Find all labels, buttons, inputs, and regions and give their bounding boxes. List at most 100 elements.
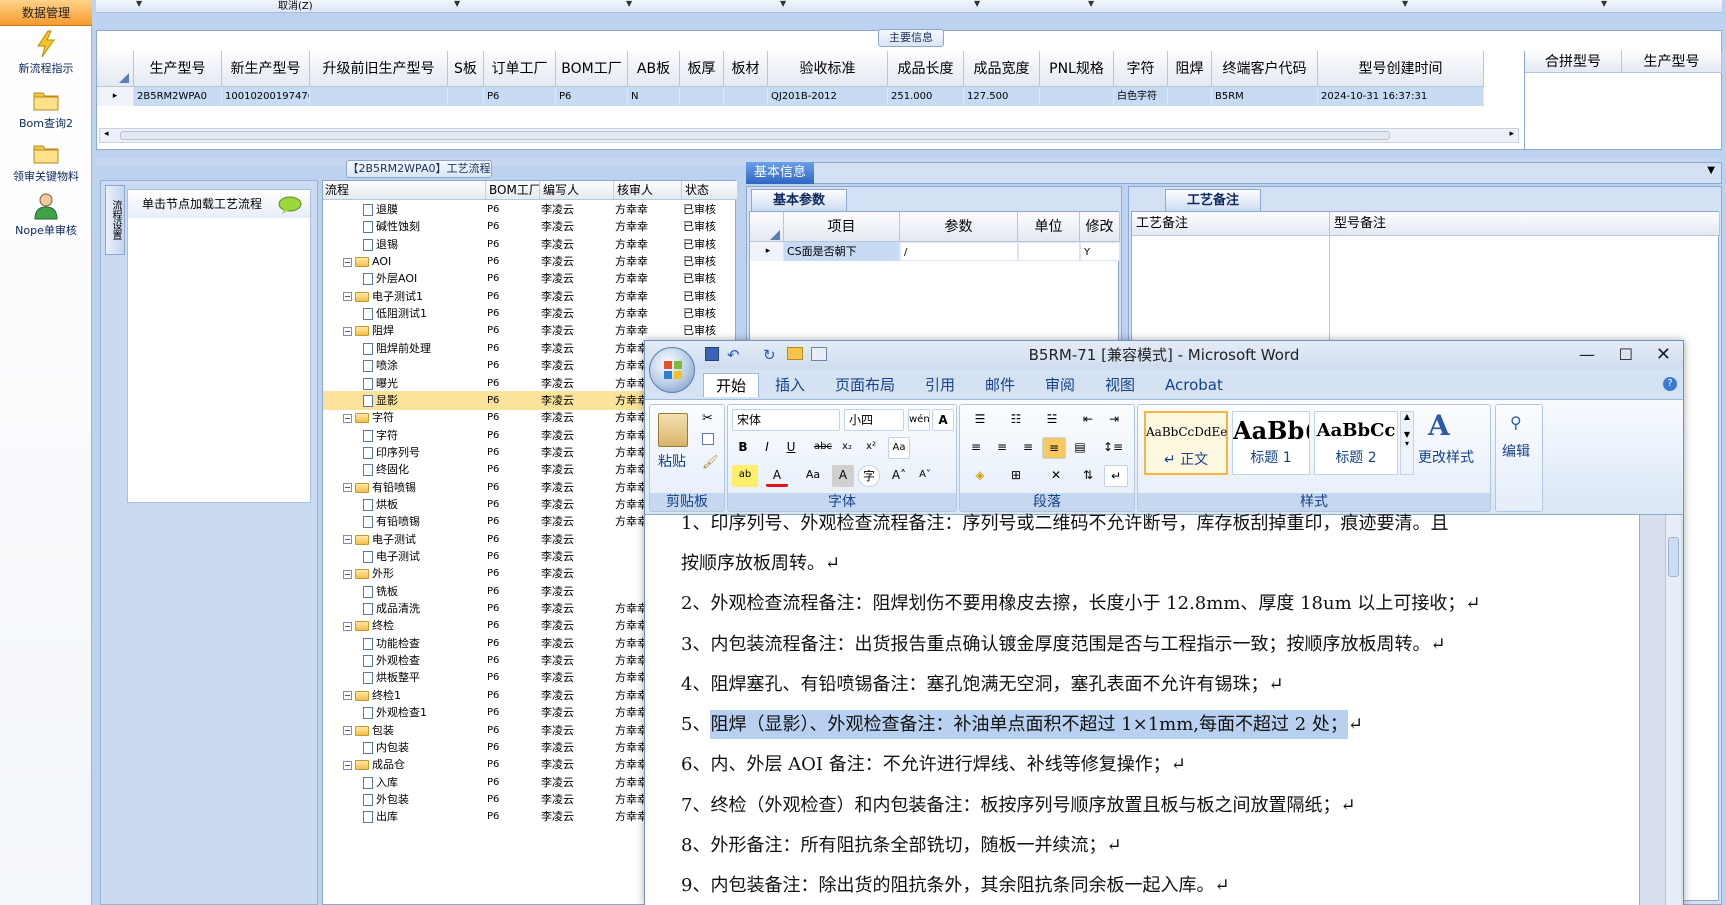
cell-thickness[interactable] [680, 87, 724, 106]
italic-icon[interactable]: I [756, 437, 778, 459]
param-modify-cell[interactable]: Y [1080, 242, 1120, 261]
nav-item-nope-review[interactable]: Nope单审核 [0, 192, 92, 238]
document-page[interactable]: 1、印序列号、外观检查流程备注：序列号或二维码不允许断号，库存板刮掉重印，痕迹要… [645, 513, 1640, 905]
highlight-icon[interactable]: ab [732, 465, 758, 487]
col-thickness-header[interactable]: 板厚 [680, 51, 724, 87]
col-material-header[interactable]: 板材 [724, 51, 768, 87]
nav-header[interactable]: 数据管理 [0, 0, 92, 26]
tree-row[interactable]: 退锡 P6 李凌云 方幸幸 已审核 [323, 235, 737, 254]
sort-icon[interactable]: ⇅ [1076, 465, 1100, 487]
print-preview-icon[interactable] [811, 347, 827, 361]
chinese-layout-icon[interactable]: ✕ [1040, 465, 1072, 487]
align-left-icon[interactable]: ≡ [964, 437, 988, 459]
col-old-model-header[interactable]: 升级前旧生产型号 [310, 51, 448, 87]
styles-scroll[interactable]: ▲ ▼ ▾ [1400, 411, 1414, 475]
copy-icon[interactable] [702, 433, 714, 445]
font-size-select[interactable]: 小四 [844, 409, 904, 431]
style-heading1[interactable]: AaBb( 标题 1 [1232, 411, 1310, 475]
tree-row[interactable]: 退膜 P6 李凌云 方幸幸 已审核 [323, 200, 737, 219]
dropdown-arrow-icon[interactable]: ▼ [626, 0, 632, 8]
style-normal[interactable]: AaBbCcDdEe ↵ 正文 [1144, 411, 1228, 475]
param-item-cell[interactable]: CS面是否朝下 [784, 242, 900, 261]
numbering-icon[interactable]: ☷ [1000, 409, 1032, 431]
col-acceptance-standard-header[interactable]: 验收标准 [768, 51, 888, 87]
cell-customer-code[interactable]: B5RM [1212, 87, 1318, 106]
cell-length[interactable]: 251.000 [888, 87, 964, 106]
col-width-header[interactable]: 成品宽度 [964, 51, 1040, 87]
cell-silkscreen[interactable]: 白色字符 [1114, 87, 1168, 106]
grow-font-icon[interactable]: A˄ [888, 465, 910, 487]
cell-old-model[interactable] [310, 87, 448, 106]
tree-row[interactable]: 外层AOI P6 李凌云 方幸幸 已审核 [323, 269, 737, 288]
strikethrough-icon[interactable]: abc [812, 437, 834, 459]
format-painter-icon[interactable]: 🖌 [702, 455, 719, 470]
maximize-icon[interactable]: ☐ [1619, 341, 1633, 369]
cell-acceptance-standard[interactable]: QJ201B-2012 [768, 87, 888, 106]
distribute-icon[interactable]: ▤ [1068, 437, 1092, 459]
bold-icon[interactable]: B [732, 437, 754, 459]
nav-item-key-materials[interactable]: 领审关键物料 [0, 138, 92, 184]
tree-row[interactable]: − AOI P6 李凌云 方幸幸 已审核 [323, 252, 737, 271]
show-marks-icon[interactable]: ↵ [1104, 465, 1128, 487]
tab-home[interactable]: 开始 [703, 373, 759, 397]
tab-insert[interactable]: 插入 [775, 373, 805, 397]
style-heading2[interactable]: AaBbCc 标题 2 [1314, 411, 1398, 475]
col-model-header[interactable]: 生产型号 [134, 51, 222, 87]
dropdown-arrow-icon[interactable]: ▼ [974, 0, 980, 8]
edit-button[interactable]: 编辑 [1502, 441, 1530, 461]
close-icon[interactable]: ✕ [1656, 341, 1671, 369]
col-pnl-spec-header[interactable]: PNL规格 [1040, 51, 1114, 87]
nav-item-new-process[interactable]: 新流程指示 [0, 30, 92, 76]
dropdown-arrow-icon[interactable]: ▼ [1601, 0, 1607, 8]
tree-row[interactable]: 低阻测试1 P6 李凌云 方幸幸 已审核 [323, 304, 737, 323]
basic-params-tab[interactable]: 基本参数 [751, 189, 847, 211]
undo-icon[interactable]: ↶ [727, 341, 740, 369]
basic-info-tab[interactable]: 基本信息 [746, 162, 814, 184]
cell-material[interactable] [724, 87, 768, 106]
cell-bom-factory[interactable]: P6 [556, 87, 628, 106]
cut-icon[interactable]: ✂ [702, 411, 713, 426]
dropdown-arrow-icon[interactable]: ▼ [1088, 0, 1094, 8]
shrink-font-icon[interactable]: A˅ [914, 465, 936, 487]
justify-icon[interactable]: ≡ [1042, 437, 1066, 459]
row-indicator[interactable]: ▸ [750, 242, 784, 261]
pinyin-icon[interactable]: wén [908, 409, 930, 431]
change-case-icon[interactable]: Aa [798, 465, 828, 487]
redo-icon[interactable]: ↻ [763, 341, 776, 369]
selected-text[interactable]: 阻焊（显影）、外观检查备注：补油单点面积不超过 1×1mm,每面不超过 2 处； [710, 710, 1348, 739]
clear-format-icon[interactable]: Aa [888, 437, 910, 459]
tab-references[interactable]: 引用 [925, 373, 955, 397]
cell-model[interactable]: 2B5RM2WPA0 [134, 87, 222, 106]
col-order-factory-header[interactable]: 订单工厂 [484, 51, 556, 87]
tab-mailings[interactable]: 邮件 [985, 373, 1015, 397]
increase-indent-icon[interactable]: ⇥ [1102, 409, 1126, 431]
nav-item-bom-query[interactable]: Bom查询2 [0, 85, 92, 131]
office-button[interactable] [649, 347, 695, 393]
line-spacing-icon[interactable]: ↕≡ [1098, 437, 1128, 459]
multilevel-list-icon[interactable]: ☱ [1036, 409, 1068, 431]
param-value-cell[interactable]: / [900, 242, 1018, 261]
tree-row[interactable]: − 阻焊 P6 李凌云 方幸幸 已审核 [323, 321, 737, 340]
cancel-button[interactable]: 取消(Z) [278, 0, 313, 12]
char-shading-icon[interactable]: A [832, 465, 854, 487]
cell-pnl-spec[interactable] [1040, 87, 1114, 106]
dropdown-arrow-icon[interactable]: ▼ [454, 0, 460, 8]
font-color-icon[interactable]: A [766, 465, 788, 487]
tab-page-layout[interactable]: 页面布局 [835, 373, 895, 397]
param-unit-cell[interactable] [1018, 242, 1080, 261]
paste-icon[interactable] [658, 413, 688, 447]
align-right-icon[interactable]: ≡ [1016, 437, 1040, 459]
minimize-icon[interactable]: — [1579, 341, 1595, 369]
bullets-icon[interactable]: ☰ [964, 409, 996, 431]
col-customer-code-header[interactable]: 终端客户代码 [1212, 51, 1318, 87]
col-solder-mask-header[interactable]: 阻焊 [1168, 51, 1212, 87]
superscript-icon[interactable]: x² [860, 437, 882, 459]
char-border-icon[interactable]: A [932, 409, 954, 431]
cell-create-time[interactable]: 2024-10-31 16:37:31 [1318, 87, 1484, 106]
cell-solder-mask[interactable] [1168, 87, 1212, 106]
tree-row[interactable]: − 电子测试1 P6 李凌云 方幸幸 已审核 [323, 287, 737, 306]
tab-acrobat[interactable]: Acrobat [1165, 373, 1223, 397]
cell-order-factory[interactable]: P6 [484, 87, 556, 106]
dropdown-arrow-icon[interactable]: ▼ [1402, 0, 1408, 8]
save-icon[interactable] [705, 347, 719, 361]
